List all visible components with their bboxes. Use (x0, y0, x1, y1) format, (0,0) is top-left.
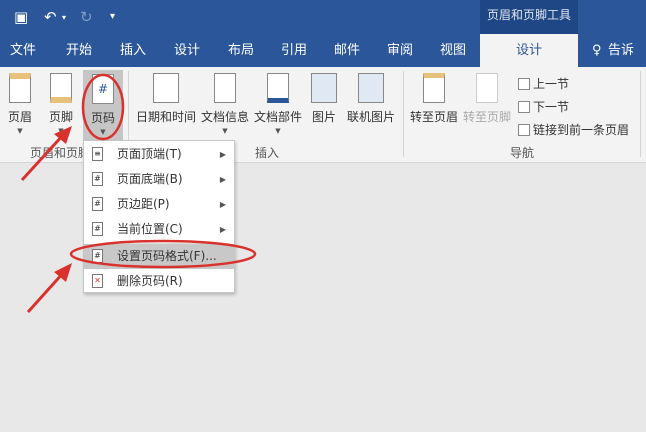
annotation-circle-page-number (81, 73, 125, 141)
arrow-annotation (20, 132, 66, 182)
annotation-circle-format (69, 239, 257, 269)
arrow-annotation (26, 270, 66, 314)
annotation-overlay (20, 73, 257, 314)
